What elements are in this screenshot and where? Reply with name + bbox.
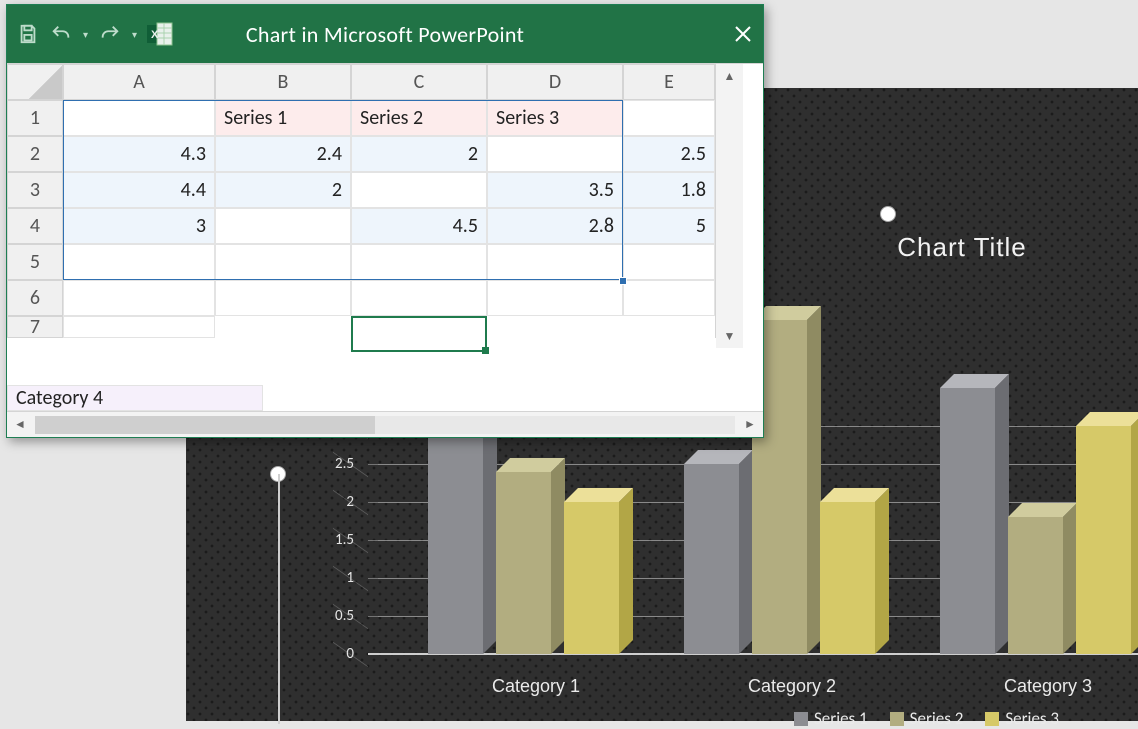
cell[interactable]: Series 2 <box>351 100 487 136</box>
bar-series2[interactable] <box>1008 517 1063 654</box>
bar-series3[interactable] <box>1076 426 1131 654</box>
scroll-down-button[interactable]: ▼ <box>716 324 743 348</box>
cell[interactable] <box>215 208 351 244</box>
legend-item[interactable]: Series 1 <box>794 708 868 729</box>
row-header[interactable]: 5 <box>7 244 63 280</box>
horizontal-scrollbar[interactable]: ◄ ► <box>7 411 763 437</box>
excel-app-icon[interactable]: X <box>147 22 173 46</box>
titlebar[interactable]: ▾ ▾ X Chart in Microsoft PowerPoint <box>7 5 763 63</box>
cell[interactable]: 2.4 <box>215 136 351 172</box>
cell[interactable]: 2.5 <box>623 136 715 172</box>
cell[interactable]: 2 <box>351 136 487 172</box>
legend-label: Series 3 <box>1005 708 1059 729</box>
active-cell-outline <box>351 316 487 352</box>
cell[interactable] <box>351 172 487 208</box>
scrollbar-thumb[interactable] <box>35 416 375 434</box>
select-all-corner[interactable] <box>7 64 63 100</box>
cell[interactable]: 4.3 <box>63 136 215 172</box>
save-icon[interactable] <box>17 23 39 45</box>
cell[interactable]: 2 <box>215 172 351 208</box>
cell[interactable] <box>623 100 715 136</box>
cell[interactable] <box>351 280 487 316</box>
cell[interactable] <box>623 280 715 316</box>
chart-legend[interactable]: Series 1 Series 2 Series 3 <box>794 708 1059 729</box>
x-category-label: Category 1 <box>408 676 664 697</box>
x-category-label: Category 2 <box>664 676 920 697</box>
cell[interactable]: Series 1 <box>215 100 351 136</box>
row-header[interactable]: 1 <box>7 100 63 136</box>
undo-icon[interactable] <box>49 23 73 45</box>
spreadsheet-grid[interactable]: A B C D E 1 Series 1 Series 2 Series 3 2… <box>7 63 763 411</box>
cell[interactable] <box>63 280 215 316</box>
legend-swatch <box>794 712 808 726</box>
svg-text:X: X <box>151 29 159 41</box>
bar-series3[interactable] <box>564 502 619 654</box>
cell[interactable]: 4.4 <box>63 172 215 208</box>
column-header[interactable]: E <box>623 64 715 100</box>
column-header[interactable]: D <box>487 64 623 100</box>
scroll-left-button[interactable]: ◄ <box>7 412 33 437</box>
close-button[interactable] <box>733 24 753 44</box>
cell[interactable] <box>351 244 487 280</box>
cell[interactable] <box>215 244 351 280</box>
bar-series1[interactable] <box>940 388 995 654</box>
legend-swatch <box>890 712 904 726</box>
column-header[interactable]: B <box>215 64 351 100</box>
legend-swatch <box>985 712 999 726</box>
legend-label: Series 2 <box>910 708 964 729</box>
vertical-scrollbar[interactable]: ▲ ▼ <box>715 64 743 338</box>
bar-series1[interactable] <box>684 464 739 654</box>
scrollbar-track[interactable] <box>35 416 735 434</box>
chart-selection-edge <box>278 474 280 724</box>
scroll-up-button[interactable]: ▲ <box>716 64 743 88</box>
cell[interactable] <box>487 244 623 280</box>
cell[interactable] <box>215 280 351 316</box>
cell[interactable]: 3 <box>63 208 215 244</box>
cell[interactable]: 5 <box>623 208 715 244</box>
row-header[interactable]: 7 <box>7 316 63 338</box>
legend-item[interactable]: Series 2 <box>890 708 964 729</box>
data-range-resize-handle[interactable] <box>619 277 627 285</box>
cell[interactable]: 3.5 <box>487 172 623 208</box>
column-header[interactable]: A <box>63 64 215 100</box>
cell[interactable]: 2.8 <box>487 208 623 244</box>
cell[interactable] <box>63 244 215 280</box>
row-header[interactable]: 4 <box>7 208 63 244</box>
x-category-label: Category 3 <box>920 676 1138 697</box>
chart-title[interactable]: Chart Title <box>786 232 1138 263</box>
column-header[interactable]: C <box>351 64 487 100</box>
cell[interactable] <box>487 280 623 316</box>
cell[interactable] <box>63 100 215 136</box>
bar-series3[interactable] <box>820 502 875 654</box>
chevron-down-icon[interactable]: ▾ <box>132 28 137 41</box>
cell[interactable]: 1.8 <box>623 172 715 208</box>
chart-datasheet-window[interactable]: ▾ ▾ X Chart in Microsoft PowerPoint A B … <box>6 4 764 438</box>
cell[interactable]: Category 4 <box>7 385 263 411</box>
cell[interactable] <box>623 244 715 280</box>
legend-item[interactable]: Series 3 <box>985 708 1059 729</box>
cell[interactable] <box>487 136 623 172</box>
row-header[interactable]: 6 <box>7 280 63 316</box>
cell[interactable]: Series 3 <box>487 100 623 136</box>
redo-icon[interactable] <box>98 23 122 45</box>
legend-label: Series 1 <box>814 708 868 729</box>
chevron-down-icon[interactable]: ▾ <box>83 28 88 41</box>
row-header[interactable]: 2 <box>7 136 63 172</box>
chart-selection-handle[interactable] <box>880 206 896 222</box>
bar-series2[interactable] <box>496 472 551 654</box>
scroll-right-button[interactable]: ► <box>737 412 763 437</box>
cell[interactable] <box>63 316 215 338</box>
cell[interactable]: 4.5 <box>351 208 487 244</box>
row-header[interactable]: 3 <box>7 172 63 208</box>
